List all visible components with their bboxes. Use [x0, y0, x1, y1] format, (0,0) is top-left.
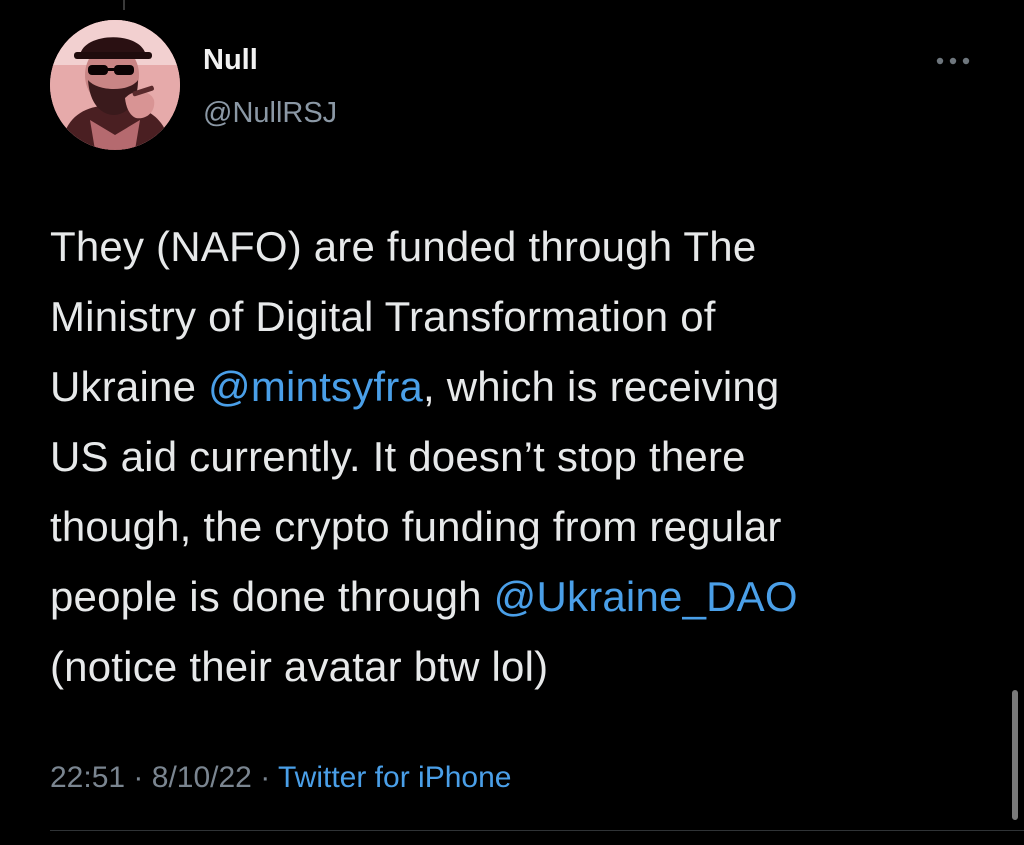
meta-separator: · — [260, 761, 271, 794]
more-options-button[interactable] — [926, 44, 980, 78]
author-handle[interactable]: @NullRSJ — [203, 95, 337, 131]
avatar[interactable] — [50, 20, 180, 150]
tweet-text-line: US aid currently. It doesn’t stop there — [50, 422, 1005, 492]
tweet-text-line: (notice their avatar btw lol) — [50, 632, 1005, 702]
tweet-source-link[interactable]: Twitter for iPhone — [278, 761, 511, 794]
divider — [50, 830, 1024, 831]
tweet-text-segment: though, the crypto funding from regular — [50, 503, 782, 550]
tweet-text-segment: , which is receiving — [423, 363, 780, 410]
mention-link[interactable]: @Ukraine_DAO — [494, 573, 798, 620]
more-horizontal-icon — [936, 57, 970, 65]
tweet-text-line: Ukraine @mintsyfra, which is receiving — [50, 352, 1005, 422]
tweet-text-line: though, the crypto funding from regular — [50, 492, 1005, 562]
tweet-time[interactable]: 22:51 — [50, 761, 125, 794]
meta-separator: · — [133, 761, 144, 794]
tweet-text-segment: Ministry of Digital Transformation of — [50, 293, 716, 340]
tweet-date[interactable]: 8/10/22 — [152, 761, 252, 794]
tweet-text: They (NAFO) are funded through The Minist… — [50, 212, 1005, 702]
author-display-name[interactable]: Null — [203, 42, 258, 78]
mention-link[interactable]: @mintsyfra — [208, 363, 423, 410]
scrollbar-thumb[interactable] — [1012, 690, 1018, 820]
tweet-text-line: They (NAFO) are funded through The — [50, 212, 1005, 282]
tweet-text-segment: Ukraine — [50, 363, 208, 410]
tweet-meta: 22:51 · 8/10/22 · Twitter for iPhone — [50, 758, 511, 798]
tweet-text-segment: They (NAFO) are funded through The — [50, 223, 757, 270]
tweet-text-line: people is done through @Ukraine_DAO — [50, 562, 1005, 632]
tweet-text-segment: people is done through — [50, 573, 494, 620]
thread-connector-line — [123, 0, 125, 10]
tweet-text-segment: US aid currently. It doesn’t stop there — [50, 433, 746, 480]
user-avatar-sunglasses-icon — [50, 20, 180, 150]
tweet-text-line: Ministry of Digital Transformation of — [50, 282, 1005, 352]
tweet-text-segment: (notice their avatar btw lol) — [50, 643, 549, 690]
